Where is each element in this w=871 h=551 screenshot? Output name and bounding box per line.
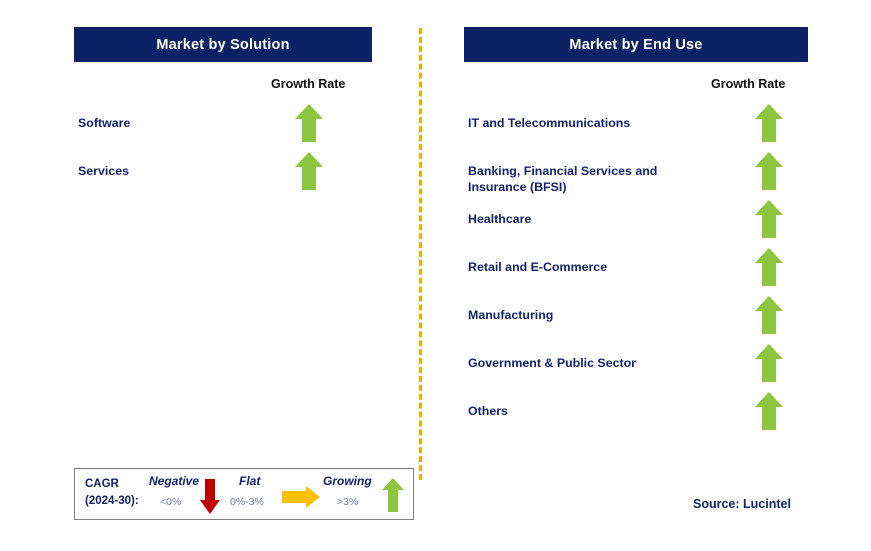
arrow-up-green-icon	[754, 296, 784, 334]
legend-title-flat: Flat	[239, 474, 261, 488]
row-label-software: Software	[78, 116, 131, 130]
arrow-right-orange-icon	[282, 485, 320, 514]
row-label-retail-and-e-commerce: Retail and E-Commerce	[468, 260, 608, 274]
row-label-others: Others	[468, 404, 508, 418]
legend-range-flat: 0%-3%	[230, 496, 264, 508]
panel-market-by-end-use: Market by End Use Growth Rate IT and Tel…	[440, 0, 871, 551]
panel-title-end-use: Market by End Use	[569, 36, 703, 53]
arrow-up-green-icon	[754, 248, 784, 286]
panel-title-bar-solution: Market by Solution	[74, 27, 372, 62]
infographic-canvas: Market by Solution Growth Rate Software …	[0, 0, 871, 551]
row-label-manufacturing: Manufacturing	[468, 308, 554, 322]
growth-rate-caption-solution: Growth Rate	[271, 77, 346, 91]
row-label-healthcare: Healthcare	[468, 212, 532, 226]
legend-cagr-label: CAGR (2024-30):	[85, 478, 139, 507]
arrow-up-green-icon	[754, 104, 784, 142]
arrow-down-red-icon	[199, 479, 221, 519]
arrow-up-green-icon	[754, 200, 784, 238]
row-label-bfsi: Banking, Financial Services and Insuranc…	[468, 164, 658, 194]
legend-title-growing: Growing	[323, 474, 372, 488]
arrow-up-green-icon	[294, 152, 324, 190]
legend-range-growing: >3%	[337, 496, 359, 508]
source-label: Source: Lucintel	[693, 497, 791, 511]
arrow-up-green-icon	[381, 478, 405, 517]
arrow-up-green-icon	[754, 344, 784, 382]
arrow-up-green-icon	[754, 392, 784, 430]
row-label-it-and-telecommunications: IT and Telecommunications	[468, 116, 631, 130]
legend-box: CAGR (2024-30): Negative <0% Flat 0%-3% …	[74, 468, 414, 520]
arrow-up-green-icon	[754, 152, 784, 190]
legend-title-negative: Negative	[149, 474, 200, 488]
panel-title-bar-end-use: Market by End Use	[464, 27, 808, 62]
growth-rate-caption-end-use: Growth Rate	[711, 77, 786, 91]
arrow-up-green-icon	[294, 104, 324, 142]
legend-range-negative: <0%	[160, 496, 182, 508]
row-label-services: Services	[78, 164, 129, 178]
panel-title-solution: Market by Solution	[156, 36, 290, 53]
panel-divider	[419, 28, 422, 480]
row-label-government-and-public-sector: Government & Public Sector	[468, 356, 636, 370]
